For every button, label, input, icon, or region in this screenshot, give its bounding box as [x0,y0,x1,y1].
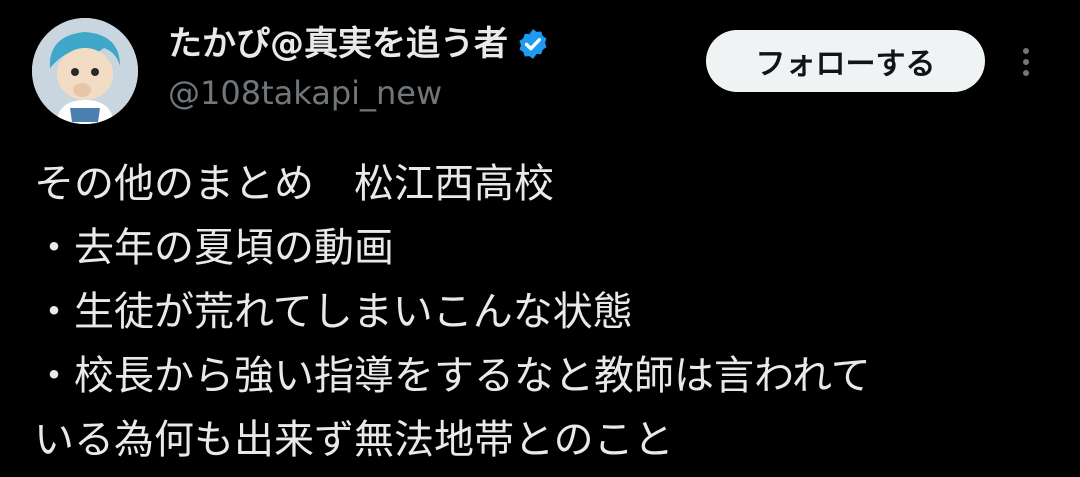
author-handle[interactable]: @108takapi_new [168,72,442,114]
display-name-text: たかぴ@真実を追う者 [168,24,508,64]
more-dot [1023,70,1029,76]
tweet-line: いる為何も出来ず無法地帯とのこと [34,417,674,463]
author-display-name[interactable]: たかぴ@真実を追う者 [168,22,550,66]
more-dot [1023,48,1029,54]
more-dot [1023,59,1029,65]
avatar[interactable] [32,18,138,124]
verified-badge-icon [519,29,547,59]
tweet-text: その他のまとめ 松江西高校 ・去年の夏頃の動画 ・生徒が荒れてしまいこんな状態 … [34,152,1064,472]
tweet-line: ・校長から強い指導をするなと教師は言われて [34,353,871,399]
avatar-icon [32,18,138,124]
tweet-line: その他のまとめ 松江西高校 [34,161,554,207]
tweet-line: ・去年の夏頃の動画 [34,225,394,271]
follow-button[interactable]: フォローする [706,30,985,92]
more-options-icon[interactable] [1010,40,1042,84]
tweet-line: ・生徒が荒れてしまいこんな状態 [34,289,633,335]
